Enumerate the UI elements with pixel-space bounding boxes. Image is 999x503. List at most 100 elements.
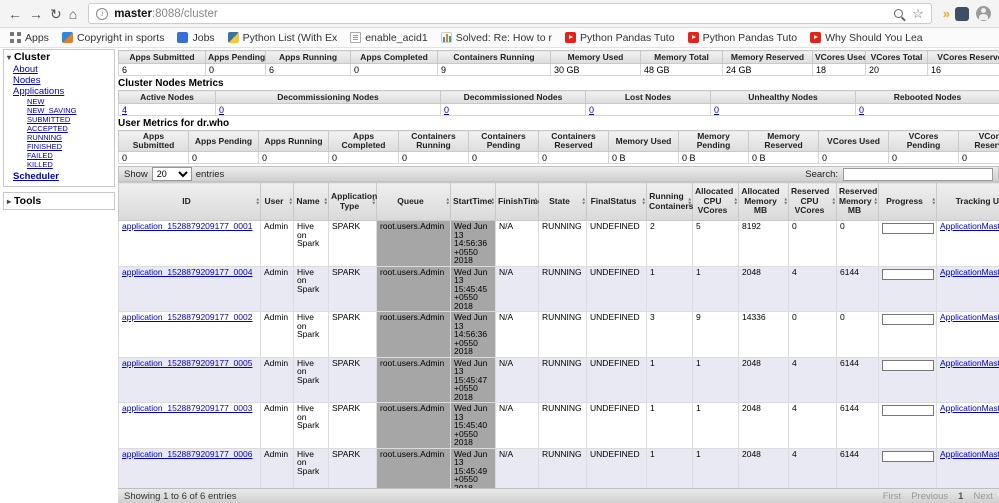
sidebar-item-new[interactable]: NEW — [27, 97, 111, 106]
sidebar-item-finished[interactable]: FINISHED — [27, 142, 111, 151]
profile-icon[interactable] — [976, 6, 991, 21]
col-header-state[interactable]: State ▴ ▾ — [538, 182, 587, 221]
page-button-1[interactable]: 1 — [958, 491, 963, 502]
tracking-ui-link[interactable]: ApplicationMaster — [940, 403, 999, 413]
bookmark-solved-re-how-to-r[interactable]: Solved: Re: How to r — [440, 32, 552, 44]
col-header-user[interactable]: User ▴ ▾ — [260, 182, 294, 221]
col-header-application-type[interactable]: Application Type ▴ ▾ — [328, 182, 377, 221]
sidebar-tools-header[interactable]: ▸ Tools — [3, 192, 115, 210]
sidebar-item-new-saving[interactable]: NEW_SAVING — [27, 106, 111, 115]
page-size-control: Show 20 entries — [124, 167, 224, 181]
sidebar-item-failed[interactable]: FAILED — [27, 151, 111, 160]
col-header-running-containers[interactable]: Running Containers ▴ ▾ — [646, 182, 693, 221]
application-id-link[interactable]: application_1528879209177_0002 — [122, 312, 252, 322]
metric-apps-completed: 0 — [350, 63, 438, 76]
cell-final-status: UNDEFINED — [586, 356, 647, 403]
cluster-nodes-metrics-title: Cluster Nodes Metrics — [118, 78, 224, 89]
col-header-vcores-pending: VCores Pending — [888, 130, 959, 152]
cell-running-containers: 1 — [646, 447, 693, 494]
home-icon[interactable]: ⌂ — [69, 7, 77, 21]
col-header-containers-running: Containers Running — [398, 130, 469, 152]
metric-link-decommissioned-nodes[interactable]: 0 — [444, 105, 449, 115]
cell-start-time: Wed Jun 13 15:45:40 +0550 2018 — [450, 402, 496, 449]
bookmark-copyright-in-sports[interactable]: Copyright in sports — [61, 32, 164, 44]
application-id-link[interactable]: application_1528879209177_0001 — [122, 221, 252, 231]
sidebar-item-submitted[interactable]: SUBMITTED — [27, 115, 111, 124]
col-header-tracking-ui[interactable]: Tracking UI▴▾ — [936, 182, 999, 221]
tracking-ui-link[interactable]: ApplicationMaster — [940, 358, 999, 368]
application-id-link[interactable]: application_1528879209177_0003 — [122, 403, 252, 413]
col-header-finalstatus[interactable]: FinalStatus ▴ ▾ — [586, 182, 647, 221]
bookmark-python-pandas-tuto[interactable]: Python Pandas Tuto — [687, 31, 798, 44]
page-button-next[interactable]: Next — [973, 491, 993, 502]
page-button-first[interactable]: First — [883, 491, 901, 502]
search-icon[interactable] — [894, 9, 904, 18]
col-header-progress[interactable]: Progress ▴ ▾ — [878, 182, 937, 221]
bookmark-enable-acid1[interactable]: enable_acid1 — [350, 32, 428, 44]
sidebar-item-nodes[interactable]: Nodes — [13, 75, 111, 86]
chevron-down-icon: ▾ — [7, 52, 12, 62]
site-info-icon[interactable]: i — [96, 7, 109, 20]
application-id-link[interactable]: application_1528879209177_0006 — [122, 449, 252, 459]
cell-allocated-cpu-vcores: 1 — [692, 356, 739, 403]
cell-reserved-cpu-vcores: 0 — [788, 220, 837, 267]
bookmark-jobs[interactable]: Jobs — [177, 32, 215, 44]
extension-icon[interactable] — [955, 6, 969, 21]
metric-link-lost-nodes[interactable]: 0 — [589, 105, 594, 115]
application-id-link[interactable]: application_1528879209177_0004 — [122, 267, 252, 277]
col-header-queue[interactable]: Queue ▴ ▾ — [376, 182, 451, 221]
bookmark-python-pandas-tuto[interactable]: Python Pandas Tuto — [564, 32, 675, 44]
tracking-ui-link[interactable]: ApplicationMaster — [940, 312, 999, 322]
col-header-allocated-memory-mb[interactable]: Allocated Memory MB ▴ ▾ — [738, 182, 789, 221]
bookmark-star-icon[interactable]: ☆ — [912, 7, 924, 20]
forward-icon[interactable]: → — [29, 7, 43, 21]
metric-containers-pending: 0 — [468, 151, 539, 164]
youtube-icon — [687, 32, 699, 43]
col-header-label: Allocated CPU VCores — [695, 186, 734, 216]
table-search-input[interactable] — [843, 167, 993, 181]
col-header-allocated-cpu-vcores[interactable]: Allocated CPU VCores ▴ ▾ — [692, 182, 739, 221]
col-header-apps-completed: Apps Completed — [350, 50, 438, 64]
tracking-ui-link[interactable]: ApplicationMaster — [940, 267, 999, 277]
user-metrics-title: User Metrics for dr.who — [118, 118, 230, 129]
refresh-icon[interactable]: ↻ — [50, 7, 62, 21]
sort-icon: ▴ ▾ — [784, 196, 787, 207]
cluster-metrics-table: Apps Submitted Apps Pending Apps Running Ap… — [118, 50, 999, 76]
col-header-name[interactable]: Name ▴ ▾ — [293, 182, 329, 221]
page-size-select[interactable]: 20 — [151, 167, 192, 181]
metric-link-active-nodes[interactable]: 4 — [122, 105, 127, 115]
sidebar-item-running[interactable]: RUNNING — [27, 133, 111, 142]
bookmark-apps[interactable]: Apps — [10, 32, 49, 44]
col-header-reserved-memory-mb[interactable]: Reserved Memory MB ▴ ▾ — [836, 182, 879, 221]
metric-link-unhealthy-nodes[interactable]: 0 — [714, 105, 719, 115]
sidebar-item-killed[interactable]: KILLED — [27, 160, 111, 169]
cell-state: RUNNING — [538, 356, 587, 403]
application-id-link[interactable]: application_1528879209177_0005 — [122, 358, 252, 368]
col-header-vcores-total: VCores Total — [865, 50, 928, 64]
cell-state: RUNNING — [538, 220, 587, 267]
sort-icon: ▴ ▾ — [688, 196, 691, 207]
sidebar-item-scheduler[interactable]: Scheduler — [13, 171, 111, 182]
col-header-starttime[interactable]: StartTime ▴ ▾ — [450, 182, 496, 221]
tracking-ui-link[interactable]: ApplicationMaster — [940, 449, 999, 459]
sidebar-cluster-header[interactable]: ▾ Cluster — [7, 51, 111, 63]
bookmarks-overflow-icon[interactable]: » — [943, 6, 950, 21]
bookmark-why-should-you-lea[interactable]: Why Should You Lea — [810, 32, 923, 44]
sidebar-item-about[interactable]: About — [13, 64, 111, 75]
cell-application-type: SPARK — [328, 356, 377, 403]
col-header-id[interactable]: ID ▴ ▾ — [118, 182, 261, 221]
col-header-finishtime[interactable]: FinishTime ▴ ▾ — [495, 182, 543, 221]
bookmark-label: Python Pandas Tuto — [702, 31, 798, 44]
sidebar-item-accepted[interactable]: ACCEPTED — [27, 124, 111, 133]
bookmark-python-list-with-ex[interactable]: Python List (With Ex — [227, 31, 338, 44]
bookmark-label: Python List (With Ex — [242, 31, 338, 44]
metric-link-decommissioning-nodes[interactable]: 0 — [219, 105, 224, 115]
metric-apps-pending: 0 — [205, 63, 266, 76]
metric-link-rebooted-nodes[interactable]: 0 — [859, 105, 864, 115]
back-icon[interactable]: ← — [8, 7, 22, 21]
sidebar-item-applications[interactable]: Applications — [13, 86, 111, 97]
address-bar[interactable]: i master:8088/cluster ☆ — [88, 3, 932, 24]
col-header-reserved-cpu-vcores[interactable]: Reserved CPU VCores ▴ ▾ — [788, 182, 837, 221]
tracking-ui-link[interactable]: ApplicationMaster — [940, 221, 999, 231]
page-button-previous[interactable]: Previous — [911, 491, 948, 502]
